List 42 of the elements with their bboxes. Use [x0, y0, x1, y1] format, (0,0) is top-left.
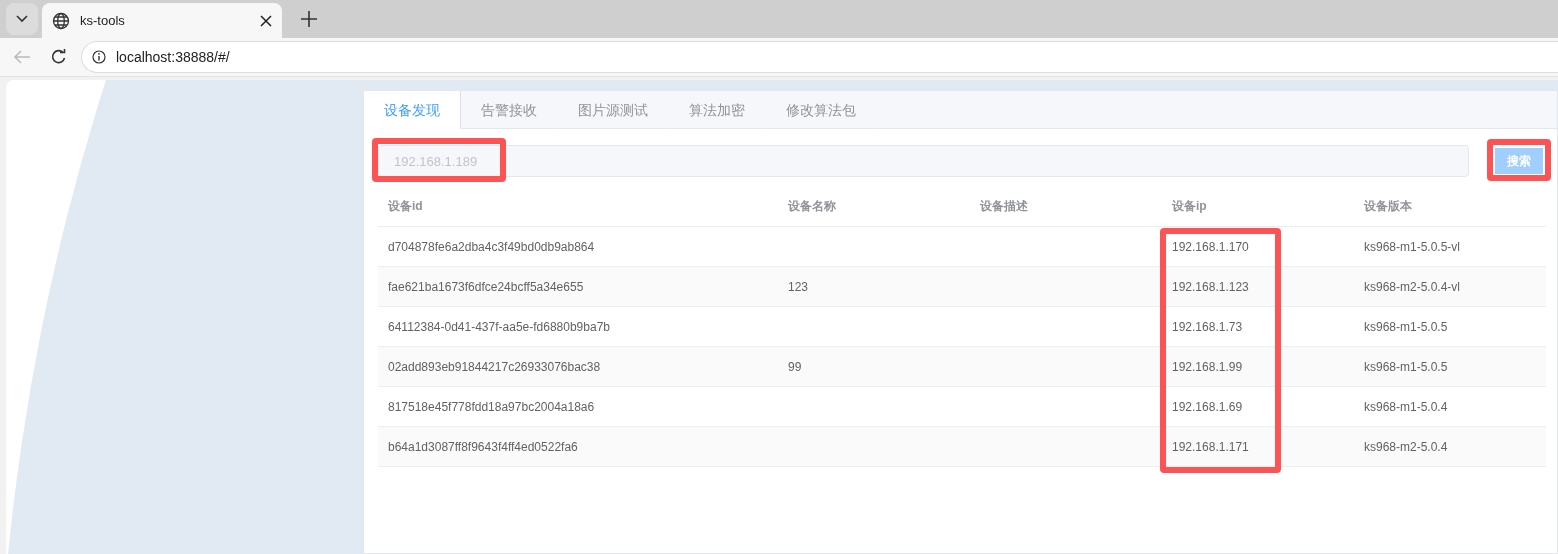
column-header: 设备版本 [1364, 199, 1412, 213]
info-icon [92, 50, 106, 64]
table-cell: 192.168.1.99 [1172, 359, 1243, 374]
column-header: 设备名称 [788, 199, 836, 213]
new-tab-icon[interactable] [301, 11, 317, 27]
search-button[interactable]: 搜索 [1495, 148, 1543, 174]
table-cell: fae621ba1673f6dfce24bcff5a34e655 [388, 279, 584, 294]
table-cell: b64a1d3087ff8f9643f4ff4ed0522fa6 [388, 439, 578, 454]
table-cell: 192.168.1.171 [1172, 439, 1249, 454]
url-text: localhost:38888/#/ [116, 49, 230, 65]
table-cell: 192.168.1.73 [1172, 319, 1243, 334]
column-header: 设备描述 [980, 199, 1028, 213]
reload-icon[interactable] [51, 49, 67, 65]
tab-title: ks-tools [80, 13, 126, 28]
table-cell: 64112384-0d41-437f-aa5e-fd6880b9ba7b [388, 319, 610, 334]
tab[interactable]: 修改算法包 [766, 91, 877, 129]
column-header: 设备id [388, 199, 423, 213]
chevron-down-icon [15, 14, 29, 24]
column-header: 设备ip [1172, 199, 1207, 213]
tab[interactable]: 算法加密 [669, 91, 766, 129]
tab[interactable]: 告警接收 [461, 91, 558, 129]
table-cell: ks968-m2-5.0.4 [1364, 439, 1448, 454]
tab[interactable]: 图片源测试 [558, 91, 669, 129]
table-cell: 192.168.1.170 [1172, 239, 1249, 254]
table-cell: ks968-m1-5.0.5 [1364, 319, 1448, 334]
table-cell: d704878fe6a2dba4c3f49bd0db9ab864 [388, 239, 595, 254]
close-icon[interactable] [260, 14, 272, 27]
tab-list-button[interactable] [6, 3, 38, 35]
address-bar[interactable]: localhost:38888/#/ [81, 41, 1558, 73]
browser-tab[interactable]: ks-tools [42, 3, 282, 38]
table-cell: 123 [788, 279, 809, 294]
table-cell: ks968-m1-5.0.4 [1364, 399, 1448, 414]
globe-icon [52, 11, 70, 30]
table-cell: 817518e45f778fdd18a97bc2004a18a6 [388, 399, 595, 414]
table-cell: ks968-m2-5.0.4-vl [1364, 279, 1461, 294]
table-cell: ks968-m1-5.0.5-vl [1364, 239, 1461, 254]
table-cell: 99 [788, 359, 802, 374]
table-cell: 02add893eb91844217c26933076bac38 [388, 359, 601, 374]
table-cell: 192.168.1.69 [1172, 399, 1243, 414]
table-cell: ks968-m1-5.0.5 [1364, 359, 1448, 374]
tab[interactable]: 设备发现 [364, 91, 461, 129]
table-cell: 192.168.1.123 [1172, 279, 1249, 294]
